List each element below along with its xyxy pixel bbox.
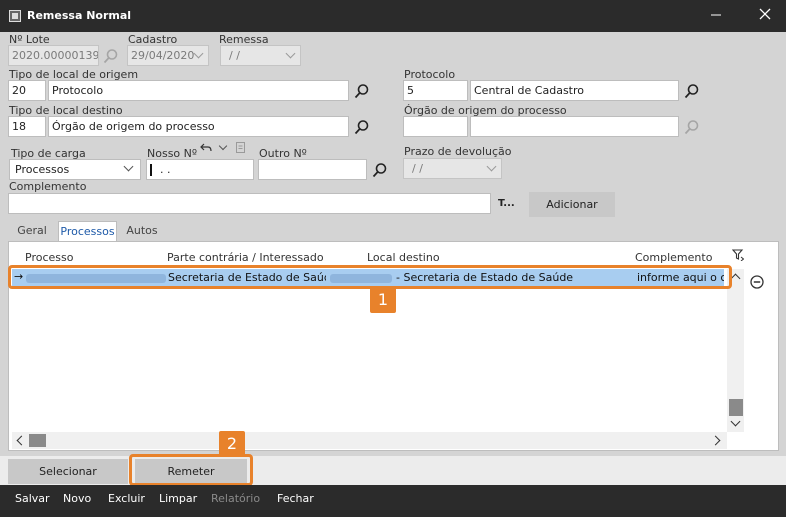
column-header-local[interactable]: Local destino: [367, 251, 440, 264]
filter-icon[interactable]: [732, 249, 744, 261]
nosso-value: . .: [160, 163, 171, 176]
minimize-button[interactable]: [703, 4, 729, 28]
highlight-remeter: [129, 454, 253, 486]
outro-input[interactable]: [258, 159, 367, 180]
annotation-badge-2: 2: [219, 431, 245, 457]
bottom-menu-bar: Salvar Novo Excluir Limpar Relatório Fec…: [0, 485, 786, 517]
scroll-left-icon[interactable]: [16, 435, 27, 446]
horizontal-scroll-thumb[interactable]: [29, 434, 46, 447]
app-icon: [9, 10, 21, 22]
origem-name-input[interactable]: Protocolo: [48, 80, 349, 101]
cadastro-value: 29/04/2020: [131, 49, 195, 62]
text-cursor: [150, 164, 152, 176]
remessa-window: Remessa Normal Nº Lote 2020.00000139 Cad…: [0, 0, 786, 517]
protocolo-search-icon[interactable]: [684, 83, 700, 99]
prazo-value: / /: [412, 162, 423, 175]
remessa-value: / /: [229, 49, 240, 62]
prazo-input[interactable]: / /: [403, 158, 502, 179]
limpar-menu-item[interactable]: Limpar: [159, 492, 197, 505]
title-bar: Remessa Normal: [0, 0, 786, 32]
relatorio-menu-item: Relatório: [211, 492, 261, 505]
scroll-up-icon[interactable]: [730, 273, 741, 284]
document-icon[interactable]: [236, 142, 245, 153]
adicionar-button[interactable]: Adicionar: [529, 192, 615, 217]
selecionar-button[interactable]: Selecionar: [8, 459, 128, 484]
remove-row-icon[interactable]: [750, 275, 764, 289]
window-title: Remessa Normal: [27, 9, 132, 22]
vertical-scrollbar[interactable]: [727, 269, 744, 432]
tab-geral[interactable]: Geral: [10, 221, 54, 241]
highlight-row: [8, 265, 732, 289]
vertical-scroll-thumb[interactable]: [729, 399, 743, 416]
column-header-processo[interactable]: Processo: [25, 251, 73, 264]
column-header-parte[interactable]: Parte contrária / Interessado: [167, 251, 324, 264]
lote-input[interactable]: 2020.00000139: [8, 45, 99, 66]
fechar-menu-item[interactable]: Fechar: [277, 492, 314, 505]
annotation-badge-1: 1: [370, 287, 396, 313]
destino-name-input[interactable]: Órgão de origem do processo: [48, 116, 349, 137]
close-button[interactable]: [752, 4, 778, 28]
tab-autos[interactable]: Autos: [120, 221, 164, 241]
novo-menu-item[interactable]: Novo: [63, 492, 91, 505]
orgao-code-input[interactable]: [403, 116, 468, 137]
minimize-icon: [711, 14, 721, 16]
undo-icon[interactable]: [200, 143, 212, 153]
outro-search-icon[interactable]: [372, 162, 388, 178]
protocolo-code-input[interactable]: 5: [403, 80, 468, 101]
excluir-menu-item[interactable]: Excluir: [108, 492, 145, 505]
prazo-label: Prazo de devolução: [404, 145, 512, 158]
orgao-search-icon[interactable]: [684, 119, 700, 135]
origem-code-input[interactable]: 20: [8, 80, 46, 101]
complemento-label: Complemento: [9, 180, 87, 193]
lote-search-icon[interactable]: [103, 48, 119, 64]
text-format-button[interactable]: T...: [498, 198, 515, 209]
origem-search-icon[interactable]: [354, 83, 370, 99]
carga-value: Processos: [15, 163, 70, 176]
destino-code-input[interactable]: 18: [8, 116, 46, 137]
column-header-complemento[interactable]: Complemento: [635, 251, 712, 264]
scroll-down-icon[interactable]: [730, 416, 741, 427]
complemento-input[interactable]: [8, 193, 491, 214]
tab-processos[interactable]: Processos: [58, 221, 117, 241]
salvar-menu-item[interactable]: Salvar: [15, 492, 50, 505]
nosso-options-icon[interactable]: [218, 141, 228, 151]
scroll-right-icon[interactable]: [710, 435, 721, 446]
orgao-name-input[interactable]: [470, 116, 679, 137]
carga-select[interactable]: Processos: [9, 159, 141, 180]
protocolo-name-input[interactable]: Central de Cadastro: [470, 80, 679, 101]
horizontal-scrollbar[interactable]: [12, 432, 727, 449]
destino-search-icon[interactable]: [354, 119, 370, 135]
nosso-input[interactable]: . .: [146, 159, 254, 180]
close-icon: [759, 8, 771, 20]
